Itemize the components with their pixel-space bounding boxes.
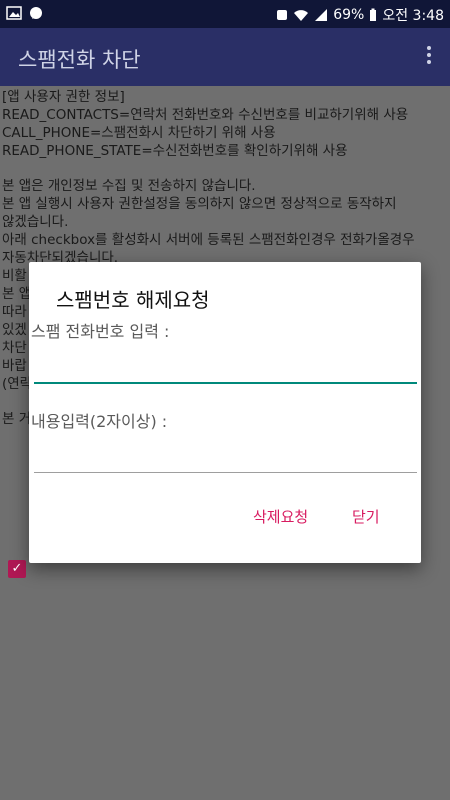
- content-input[interactable]: [34, 434, 417, 472]
- signal-icon: [315, 9, 328, 21]
- app-bar: 스팸전화 차단: [0, 28, 450, 86]
- phone-input-underline: [34, 382, 417, 384]
- dialog-title: 스팸번호 해제요청: [56, 288, 210, 312]
- clock: 오전 3:48: [382, 8, 444, 24]
- info-line: 비활: [2, 268, 27, 284]
- info-line: 따라: [2, 304, 27, 320]
- info-line: 바랍: [2, 358, 27, 374]
- app-title: 스팸전화 차단: [18, 48, 141, 72]
- phone-number-input[interactable]: [34, 344, 417, 382]
- info-line: 않겠습니다.: [2, 214, 69, 230]
- phone-number-label: 스팸 전화번호 입력 :: [31, 322, 170, 341]
- close-button[interactable]: 닫기: [352, 506, 380, 527]
- battery-icon: [370, 8, 377, 21]
- gallery-icon: [6, 6, 22, 20]
- overflow-menu-icon[interactable]: [426, 46, 432, 68]
- info-line: READ_PHONE_STATE=수신전화번호를 확인하기위해 사용: [2, 143, 348, 159]
- auto-block-checkbox[interactable]: ✓: [8, 560, 26, 578]
- info-line: READ_CONTACTS=연락처 전화번호와 수신번호를 비교하기위해 사용: [2, 107, 409, 123]
- info-line: [앱 사용자 권한 정보]: [2, 89, 125, 105]
- info-line: (연락: [2, 376, 33, 392]
- alarm-icon: [277, 10, 288, 20]
- battery-percent: 69%: [333, 7, 365, 23]
- info-line: CALL_PHONE=스팸전화시 차단하기 위해 사용: [2, 125, 276, 141]
- chat-icon: [30, 7, 42, 19]
- request-delete-button[interactable]: 삭제요청: [253, 506, 308, 527]
- info-line: 있겠: [2, 322, 27, 338]
- status-bar: 69% 오전 3:48: [0, 0, 450, 28]
- unblock-request-dialog: 스팸번호 해제요청 스팸 전화번호 입력 : 내용입력(2자이상) : 삭제요청…: [29, 262, 421, 563]
- content-input-underline: [34, 472, 417, 473]
- info-line: 본 앱 실행시 사용자 권한설정을 동의하지 않으면 정상적으로 동작하지: [2, 196, 397, 212]
- info-line: 본 거: [2, 411, 32, 427]
- info-line: 본 앱: [2, 286, 32, 302]
- wifi-icon: [294, 10, 309, 21]
- info-line: 아래 checkbox를 활성화시 서버에 등록된 스팸전화인경우 전화가올경우: [2, 232, 415, 248]
- info-line: 차단: [2, 340, 27, 356]
- info-line: 본 앱은 개인정보 수집 및 전송하지 않습니다.: [2, 178, 256, 194]
- content-label: 내용입력(2자이상) :: [31, 412, 168, 431]
